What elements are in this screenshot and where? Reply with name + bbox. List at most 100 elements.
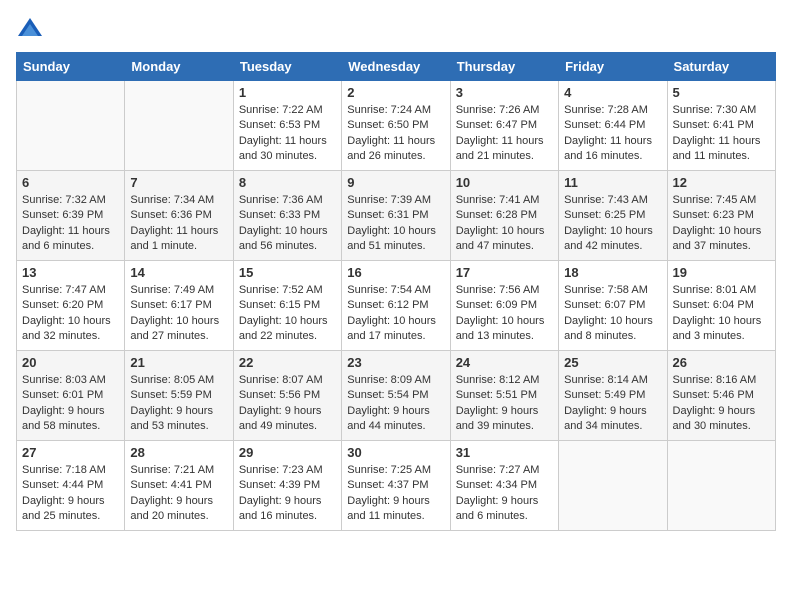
cell-content: Daylight: 9 hours and 30 minutes.: [673, 404, 770, 435]
calendar-cell: 1 Sunrise: 7:22 AMSunset: 6:53 PMDaylight…: [233, 81, 341, 171]
cell-content: Daylight: 9 hours and 49 minutes.: [239, 404, 336, 435]
cell-content: Sunrise: 7:52 AM: [239, 283, 336, 298]
header-day-sunday: Sunday: [17, 53, 125, 81]
cell-content: Sunset: 6:47 PM: [456, 118, 553, 133]
cell-content: Daylight: 10 hours and 22 minutes.: [239, 314, 336, 345]
day-number: 13: [22, 265, 119, 280]
cell-content: Sunrise: 7:34 AM: [130, 193, 227, 208]
cell-content: Sunset: 5:59 PM: [130, 388, 227, 403]
header-day-tuesday: Tuesday: [233, 53, 341, 81]
calendar-cell: 19Sunrise: 8:01 AMSunset: 6:04 PMDayligh…: [667, 261, 775, 351]
week-row-4: 20Sunrise: 8:03 AMSunset: 6:01 PMDayligh…: [17, 351, 776, 441]
calendar-cell: 10Sunrise: 7:41 AMSunset: 6:28 PMDayligh…: [450, 171, 558, 261]
day-number: 15: [239, 265, 336, 280]
cell-content: Daylight: 11 hours and 30 minutes.: [239, 134, 336, 165]
cell-content: Daylight: 9 hours and 11 minutes.: [347, 494, 444, 525]
calendar-cell: 23Sunrise: 8:09 AMSunset: 5:54 PMDayligh…: [342, 351, 450, 441]
day-number: 28: [130, 445, 227, 460]
cell-content: Sunrise: 7:45 AM: [673, 193, 770, 208]
cell-content: Sunset: 6:04 PM: [673, 298, 770, 313]
calendar-cell: 31Sunrise: 7:27 AMSunset: 4:34 PMDayligh…: [450, 441, 558, 531]
cell-content: Sunset: 6:17 PM: [130, 298, 227, 313]
cell-content: Sunrise: 7:22 AM: [239, 103, 336, 118]
cell-content: Sunrise: 7:28 AM: [564, 103, 661, 118]
cell-content: Sunrise: 7:56 AM: [456, 283, 553, 298]
calendar-cell: 15 Sunrise: 7:52 AMSunset: 6:15 PMDayligh…: [233, 261, 341, 351]
day-number: 1: [239, 85, 336, 100]
calendar-cell: 29Sunrise: 7:23 AMSunset: 4:39 PMDayligh…: [233, 441, 341, 531]
cell-content: Daylight: 9 hours and 25 minutes.: [22, 494, 119, 525]
cell-content: Sunrise: 7:23 AM: [239, 463, 336, 478]
cell-content: Daylight: 9 hours and 6 minutes.: [456, 494, 553, 525]
cell-content: Sunrise: 7:32 AM: [22, 193, 119, 208]
calendar-cell: 12Sunrise: 7:45 AMSunset: 6:23 PMDayligh…: [667, 171, 775, 261]
calendar-cell: 4Sunrise: 7:28 AMSunset: 6:44 PMDaylight…: [559, 81, 667, 171]
calendar-cell: 16Sunrise: 7:54 AMSunset: 6:12 PMDayligh…: [342, 261, 450, 351]
cell-content: Daylight: 10 hours and 8 minutes.: [564, 314, 661, 345]
cell-content: Sunrise: 8:07 AM: [239, 373, 336, 388]
day-number: 20: [22, 355, 119, 370]
cell-content: Sunset: 6:09 PM: [456, 298, 553, 313]
cell-content: Sunset: 6:23 PM: [673, 208, 770, 223]
cell-content: Sunrise: 7:39 AM: [347, 193, 444, 208]
cell-content: Daylight: 9 hours and 39 minutes.: [456, 404, 553, 435]
calendar-cell: [667, 441, 775, 531]
calendar-cell: 2Sunrise: 7:24 AMSunset: 6:50 PMDaylight…: [342, 81, 450, 171]
cell-content: Sunrise: 8:09 AM: [347, 373, 444, 388]
calendar-cell: 28Sunrise: 7:21 AMSunset: 4:41 PMDayligh…: [125, 441, 233, 531]
header: [16, 16, 776, 44]
cell-content: Sunrise: 8:16 AM: [673, 373, 770, 388]
day-number: 27: [22, 445, 119, 460]
cell-content: Daylight: 10 hours and 56 minutes.: [239, 224, 336, 255]
day-number: 2: [347, 85, 444, 100]
cell-content: Daylight: 11 hours and 1 minute.: [130, 224, 227, 255]
cell-content: Sunset: 6:41 PM: [673, 118, 770, 133]
cell-content: Sunset: 6:07 PM: [564, 298, 661, 313]
cell-content: Sunrise: 7:24 AM: [347, 103, 444, 118]
header-day-saturday: Saturday: [667, 53, 775, 81]
cell-content: Daylight: 10 hours and 51 minutes.: [347, 224, 444, 255]
calendar-cell: [17, 81, 125, 171]
calendar-cell: 7Sunrise: 7:34 AMSunset: 6:36 PMDaylight…: [125, 171, 233, 261]
day-number: 25: [564, 355, 661, 370]
cell-content: Daylight: 9 hours and 58 minutes.: [22, 404, 119, 435]
cell-content: Daylight: 9 hours and 53 minutes.: [130, 404, 227, 435]
cell-content: Sunrise: 8:01 AM: [673, 283, 770, 298]
day-number: 7: [130, 175, 227, 190]
calendar-cell: 14Sunrise: 7:49 AMSunset: 6:17 PMDayligh…: [125, 261, 233, 351]
calendar-cell: 21Sunrise: 8:05 AMSunset: 5:59 PMDayligh…: [125, 351, 233, 441]
cell-content: Sunset: 6:53 PM: [239, 118, 336, 133]
cell-content: Sunrise: 7:47 AM: [22, 283, 119, 298]
day-number: 22: [239, 355, 336, 370]
cell-content: Daylight: 11 hours and 11 minutes.: [673, 134, 770, 165]
logo: [16, 16, 48, 44]
day-number: 11: [564, 175, 661, 190]
day-number: 6: [22, 175, 119, 190]
logo-icon: [16, 16, 44, 44]
cell-content: Sunset: 6:31 PM: [347, 208, 444, 223]
header-day-thursday: Thursday: [450, 53, 558, 81]
cell-content: Daylight: 10 hours and 47 minutes.: [456, 224, 553, 255]
cell-content: Sunrise: 7:43 AM: [564, 193, 661, 208]
cell-content: Sunset: 6:39 PM: [22, 208, 119, 223]
day-number: 16: [347, 265, 444, 280]
day-number: 4: [564, 85, 661, 100]
cell-content: Sunset: 6:15 PM: [239, 298, 336, 313]
day-number: 8: [239, 175, 336, 190]
cell-content: Sunset: 6:44 PM: [564, 118, 661, 133]
calendar-cell: 30Sunrise: 7:25 AMSunset: 4:37 PMDayligh…: [342, 441, 450, 531]
day-number: 26: [673, 355, 770, 370]
cell-content: Sunset: 4:44 PM: [22, 478, 119, 493]
cell-content: Daylight: 11 hours and 21 minutes.: [456, 134, 553, 165]
day-number: 9: [347, 175, 444, 190]
day-number: 30: [347, 445, 444, 460]
calendar-cell: 11Sunrise: 7:43 AMSunset: 6:25 PMDayligh…: [559, 171, 667, 261]
week-row-1: 1Sunrise: 7:22 AMSunset: 6:53 PMDaylight…: [17, 81, 776, 171]
calendar-cell: 17Sunrise: 7:56 AMSunset: 6:09 PMDayligh…: [450, 261, 558, 351]
calendar-cell: 3Sunrise: 7:26 AMSunset: 6:47 PMDaylight…: [450, 81, 558, 171]
cell-content: Daylight: 9 hours and 20 minutes.: [130, 494, 227, 525]
cell-content: Daylight: 9 hours and 44 minutes.: [347, 404, 444, 435]
cell-content: Daylight: 10 hours and 32 minutes.: [22, 314, 119, 345]
calendar-cell: 20Sunrise: 8:03 AMSunset: 6:01 PMDayligh…: [17, 351, 125, 441]
cell-content: Daylight: 10 hours and 27 minutes.: [130, 314, 227, 345]
